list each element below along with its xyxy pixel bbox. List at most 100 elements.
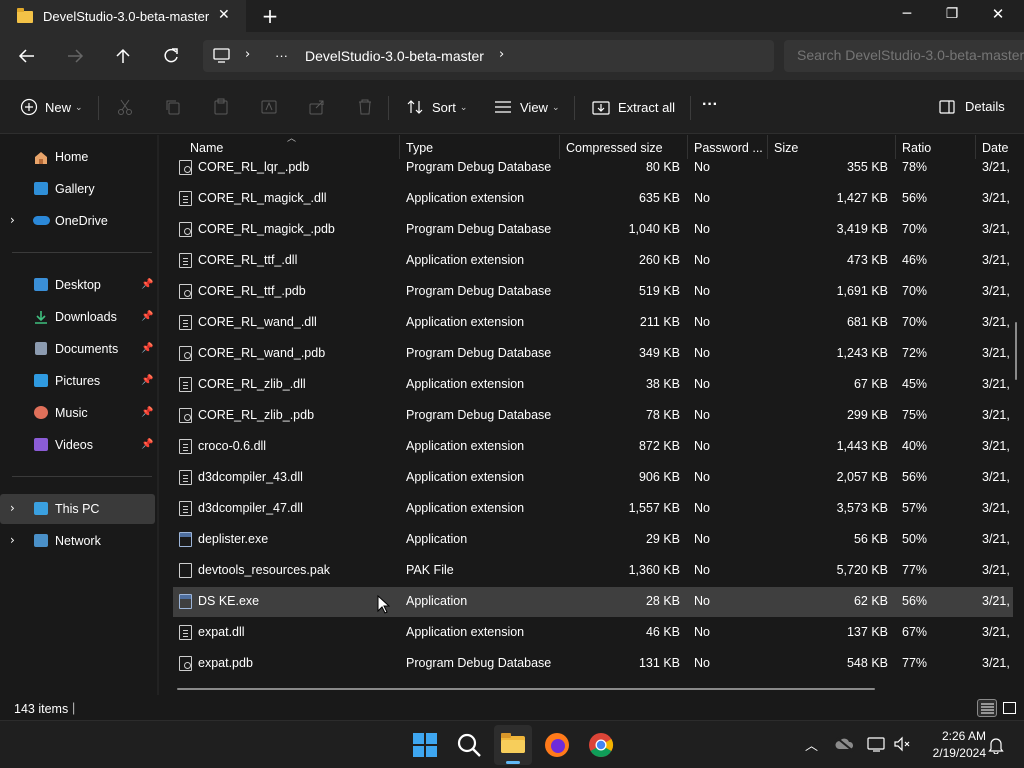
windows-start-icon[interactable] [411, 731, 439, 759]
back-arrow-icon[interactable] [18, 48, 36, 64]
sidebar-item-downloads[interactable]: Downloads 📌 [0, 302, 155, 332]
table-row[interactable]: CORE_RL_ttf_.pdb Program Debug Database 51… [173, 277, 1013, 307]
delete-icon[interactable] [356, 98, 374, 116]
sidebar-item-pictures[interactable]: Pictures 📌 [0, 366, 155, 396]
pin-icon: 📌 [141, 407, 154, 418]
clock-time[interactable]: 2:26 AM [928, 729, 986, 743]
paste-icon[interactable] [212, 98, 230, 116]
sidebar-item-videos[interactable]: Videos 📌 [0, 430, 155, 460]
network-tray-icon[interactable] [867, 736, 887, 752]
chevron-up-icon[interactable]: ︿ [805, 735, 818, 754]
file-name: CORE_RL_lqr_.pdb [198, 160, 310, 174]
view-button[interactable]: View ⌄ [494, 99, 560, 115]
more-options-button[interactable]: ··· [702, 96, 718, 114]
copy-icon[interactable] [164, 98, 182, 116]
chevron-right-icon[interactable]: › [499, 47, 504, 62]
firefox-icon[interactable] [543, 731, 571, 759]
details-view-button[interactable] [977, 699, 997, 717]
sidebar-item-label: Videos [55, 438, 93, 452]
file-date: 3/21, [982, 284, 1010, 298]
details-button[interactable]: Details [939, 99, 1005, 114]
table-row[interactable]: CORE_RL_magick_.dll Application extension… [173, 184, 1013, 214]
chevron-right-icon[interactable]: › [10, 533, 15, 547]
sidebar-item-onedrive[interactable]: › OneDrive [0, 206, 155, 236]
close-button[interactable]: ✕ [988, 5, 1008, 23]
title-bar: DevelStudio-3.0-beta-master ✕ + ─ ❐ ✕ [0, 0, 1024, 32]
tiles-view-button[interactable] [1000, 699, 1020, 717]
file-ratio: 50% [902, 532, 928, 546]
sidebar-item-network[interactable]: › Network [0, 526, 155, 556]
table-row[interactable]: CORE_RL_zlib_.dll Application extension 38… [173, 370, 1013, 400]
dll-file-icon [179, 253, 192, 268]
cut-icon[interactable] [116, 98, 134, 116]
new-tab-button[interactable]: + [261, 4, 279, 28]
volume-muted-icon[interactable] [893, 736, 911, 752]
table-row[interactable]: CORE_RL_wand_.pdb Program Debug Database 3… [173, 339, 1013, 369]
tab-title: DevelStudio-3.0-beta-master [43, 9, 210, 24]
chevron-right-icon: › [245, 47, 251, 62]
table-row[interactable]: CORE_RL_magick_.pdb Program Debug Databas… [173, 215, 1013, 245]
taskbar: ︿ 2:26 AM 2/19/2024 [0, 720, 1024, 768]
notification-bell-icon[interactable] [988, 736, 1004, 754]
table-row[interactable]: CORE_RL_wand_.dll Application extension 21… [173, 308, 1013, 338]
search-box[interactable] [784, 40, 1024, 72]
table-row[interactable]: CORE_RL_ttf_.dll Application extension 260… [173, 246, 1013, 276]
table-row[interactable]: expat.dll Application extension 46 KB No 137… [173, 618, 1013, 648]
breadcrumb[interactable]: DevelStudio-3.0-beta-master [305, 48, 484, 64]
toolbar-divider [388, 96, 389, 120]
sidebar-item-music[interactable]: Music 📌 [0, 398, 155, 428]
file-type: Application extension [406, 439, 525, 453]
chevron-right-icon[interactable]: › [10, 213, 15, 227]
sidebar-item-label: Downloads [55, 310, 117, 324]
table-row[interactable]: d3dcompiler_47.dll Application extension 1… [173, 494, 1013, 524]
sidebar-item-documents[interactable]: Documents 📌 [0, 334, 155, 364]
extract-icon [592, 101, 610, 115]
network-icon [34, 534, 48, 547]
maximize-button[interactable]: ❐ [942, 6, 962, 22]
up-arrow-icon[interactable] [114, 47, 132, 65]
tab-close-icon[interactable]: ✕ [218, 7, 230, 23]
file-explorer-taskbar-button[interactable] [494, 725, 532, 765]
search-input[interactable] [797, 47, 1024, 63]
file-compressed-size: 211 KB [639, 315, 680, 329]
tab-active[interactable]: DevelStudio-3.0-beta-master ✕ [0, 0, 246, 32]
share-icon[interactable] [308, 98, 326, 116]
table-row[interactable]: deplister.exe Application 29 KB No 56 KB 50% 3… [173, 525, 1013, 555]
file-ratio: 70% [902, 284, 928, 298]
clock-date[interactable]: 2/19/2024 [918, 746, 986, 760]
extract-all-button[interactable]: Extract all [592, 99, 675, 115]
pin-icon: 📌 [141, 439, 154, 450]
sidebar-item-this-pc[interactable]: › This PC [0, 494, 155, 524]
table-row[interactable]: d3dcompiler_43.dll Application extension 9… [173, 463, 1013, 493]
table-row[interactable]: croco-0.6.dll Application extension 872 KB… [173, 432, 1013, 462]
refresh-icon[interactable] [162, 47, 180, 65]
forward-arrow-icon[interactable] [66, 48, 84, 64]
table-row[interactable]: DS KE.exe Application 28 KB No 62 KB 56% 3/21, [173, 587, 1013, 617]
chrome-icon[interactable] [587, 731, 615, 759]
sidebar-item-gallery[interactable]: Gallery [0, 174, 155, 204]
sidebar-item-desktop[interactable]: Desktop 📌 [0, 270, 155, 300]
file-date: 3/21, [982, 160, 1010, 174]
minimize-button[interactable]: ─ [897, 6, 917, 22]
table-row[interactable]: devtools_resources.pak PAK File 1,360 KB No… [173, 556, 1013, 586]
table-row[interactable]: expat.pdb Program Debug Database 131 KB No 5… [173, 649, 1013, 679]
breadcrumb-more[interactable]: ··· [275, 48, 288, 63]
address-bar[interactable]: › ··· DevelStudio-3.0-beta-master › [203, 40, 774, 72]
file-type: Application [406, 594, 468, 608]
file-compressed-size: 46 KB [645, 625, 680, 639]
onedrive-tray-icon[interactable] [835, 736, 855, 752]
file-date: 3/21, [982, 656, 1010, 670]
table-row[interactable]: CORE_RL_zlib_.pdb Program Debug Database 7… [173, 401, 1013, 431]
sidebar-item-home[interactable]: Home [0, 142, 155, 172]
new-button[interactable]: New ⌄ [20, 98, 83, 116]
horizontal-scrollbar[interactable] [177, 688, 875, 690]
sort-button[interactable]: Sort ⌄ [406, 99, 467, 115]
rename-icon[interactable] [260, 98, 278, 116]
file-type: Program Debug Database [406, 284, 552, 298]
file-size: 1,443 KB [836, 439, 888, 453]
search-icon[interactable] [455, 731, 483, 759]
table-row[interactable]: CORE_RL_lqr_.pdb Program Debug Database 80… [173, 153, 1013, 183]
vertical-scrollbar[interactable] [1015, 322, 1017, 380]
folder-icon [17, 8, 33, 23]
chevron-right-icon[interactable]: › [10, 501, 15, 515]
